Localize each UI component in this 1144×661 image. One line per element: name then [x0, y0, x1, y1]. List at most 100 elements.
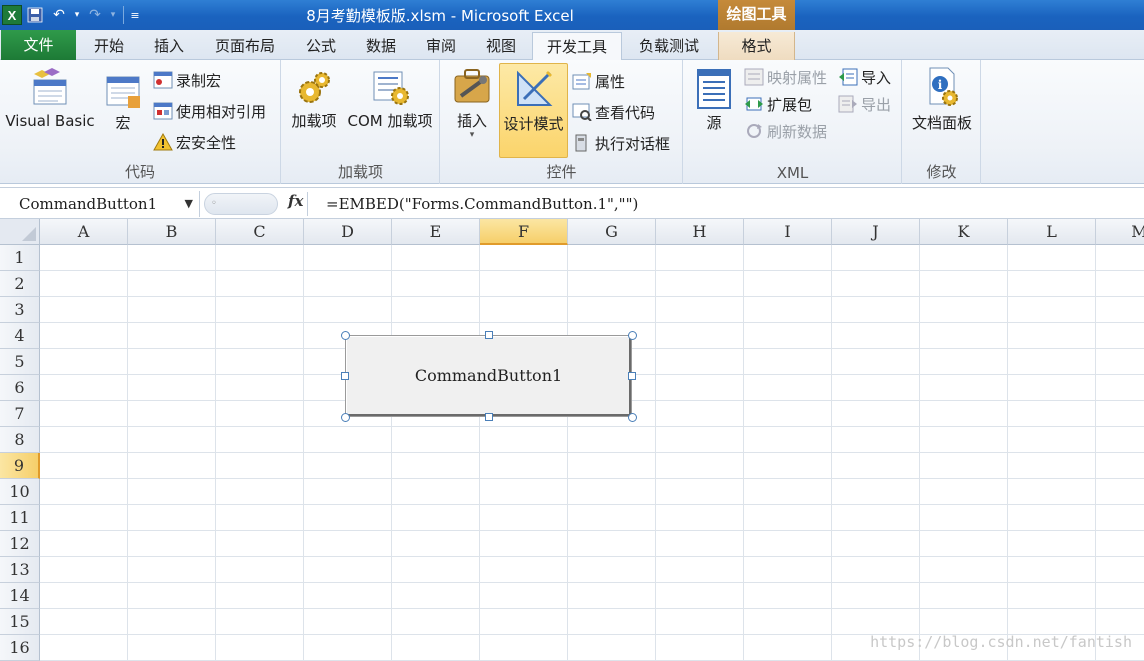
row-header-16[interactable]: 16 — [0, 635, 40, 661]
drawing-tools-context-label: 绘图工具 — [718, 0, 795, 30]
column-header-j[interactable]: J — [832, 219, 920, 245]
tab-formulas[interactable]: 公式 — [292, 32, 350, 60]
xml-export-button[interactable]: 导出 — [838, 92, 891, 116]
record-macro-button[interactable]: 录制宏 — [153, 68, 221, 92]
tab-view[interactable]: 视图 — [472, 32, 530, 60]
column-header-g[interactable]: G — [568, 219, 656, 245]
document-panel-button[interactable]: i 文档面板 — [905, 66, 979, 133]
view-code-button[interactable]: 查看代码 — [572, 100, 655, 124]
row-header-14[interactable]: 14 — [0, 583, 40, 609]
refresh-data-button[interactable]: 刷新数据 — [744, 119, 827, 143]
group-modify: i 文档面板 修改 — [903, 60, 981, 184]
resize-handle-left[interactable] — [341, 372, 349, 380]
tab-load-test[interactable]: 负载测试 — [624, 32, 714, 60]
row-header-2[interactable]: 2 — [0, 271, 40, 297]
import-icon — [839, 68, 858, 86]
column-header-e[interactable]: E — [392, 219, 480, 245]
macros-button[interactable]: 宏 — [100, 74, 146, 133]
tab-file[interactable]: 文件 — [1, 30, 76, 60]
group-code: Visual Basic 宏 录制宏 使用相对引用 宏安全性 代码 — [0, 60, 281, 184]
row-header-11[interactable]: 11 — [0, 505, 40, 531]
com-addins-label: COM 加载项 — [347, 112, 433, 130]
map-properties-button[interactable]: 映射属性 — [744, 65, 827, 89]
row-header-5[interactable]: 5 — [0, 349, 40, 375]
group-controls-label: 控件 — [546, 163, 577, 181]
resize-handle-top-right[interactable] — [628, 331, 637, 340]
row-header-13[interactable]: 13 — [0, 557, 40, 583]
macros-icon — [106, 76, 140, 108]
resize-handle-top[interactable] — [485, 331, 493, 339]
insert-control-button[interactable]: 插入 ▾ — [447, 66, 497, 140]
cell-area[interactable] — [40, 245, 1144, 661]
tab-page-layout[interactable]: 页面布局 — [200, 32, 290, 60]
use-relative-references-button[interactable]: 使用相对引用 — [153, 99, 266, 123]
formula-input[interactable]: =EMBED("Forms.CommandButton.1","") — [326, 191, 638, 217]
resize-handle-right[interactable] — [628, 372, 636, 380]
addins-label: 加载项 — [291, 112, 337, 130]
visual-basic-button[interactable]: Visual Basic — [4, 66, 96, 130]
expansion-packs-button[interactable]: 扩展包 — [744, 92, 812, 116]
column-header-c[interactable]: C — [216, 219, 304, 245]
com-addins-button[interactable]: COM 加载项 — [342, 68, 438, 131]
insert-function-icon[interactable]: fx — [288, 192, 303, 210]
xml-import-button[interactable]: 导入 — [838, 65, 891, 89]
row-header-6[interactable]: 6 — [0, 375, 40, 401]
tab-developer[interactable]: 开发工具 — [532, 32, 622, 61]
name-box-dropdown-icon[interactable]: ▼ — [185, 191, 193, 217]
xml-source-button[interactable]: 源 — [690, 68, 738, 133]
macro-security-label: 宏安全性 — [176, 133, 237, 152]
properties-button[interactable]: 属性 — [572, 69, 625, 93]
resize-handle-top-left[interactable] — [341, 331, 350, 340]
design-mode-button[interactable]: 设计模式 — [499, 63, 568, 158]
svg-text:i: i — [938, 78, 943, 92]
row-header-3[interactable]: 3 — [0, 297, 40, 323]
insert-dropdown-icon: ▾ — [469, 130, 475, 140]
column-header-m[interactable]: M — [1096, 219, 1144, 245]
column-header-h[interactable]: H — [656, 219, 744, 245]
row-header-12[interactable]: 12 — [0, 531, 40, 557]
resize-handle-bottom-left[interactable] — [341, 413, 350, 422]
xml-import-label: 导入 — [861, 68, 892, 87]
addins-button[interactable]: 加载项 — [286, 68, 342, 131]
name-box[interactable]: CommandButton1 ▼ — [4, 191, 200, 217]
tab-insert[interactable]: 插入 — [140, 32, 198, 60]
column-header-b[interactable]: B — [128, 219, 216, 245]
tab-home[interactable]: 开始 — [80, 32, 138, 60]
tab-review[interactable]: 审阅 — [412, 32, 470, 60]
resize-handle-bottom-right[interactable] — [628, 413, 637, 422]
column-header-a[interactable]: A — [40, 219, 128, 245]
design-mode-label: 设计模式 — [503, 115, 564, 133]
row-header-1[interactable]: 1 — [0, 245, 40, 271]
column-header-i[interactable]: I — [744, 219, 832, 245]
row-header-10[interactable]: 10 — [0, 479, 40, 505]
row-header-15[interactable]: 15 — [0, 609, 40, 635]
group-addins: 加载项 COM 加载项 加载项 — [282, 60, 440, 184]
formula-controls: ◦ fx — [204, 192, 308, 216]
row-header-7[interactable]: 7 — [0, 401, 40, 427]
column-header-d[interactable]: D — [304, 219, 392, 245]
macro-security-button[interactable]: 宏安全性 — [153, 130, 236, 154]
map-properties-label: 映射属性 — [767, 68, 828, 87]
group-xml: 源 映射属性 扩展包 刷新数据 导入 导出 XML — [684, 60, 902, 184]
tab-format[interactable]: 格式 — [718, 32, 795, 60]
title-bar: X ↶ ▾ ↷ ▾ ≡ 8月考勤模板版.xlsm - Microsoft Exc… — [0, 0, 1144, 30]
column-header-f[interactable]: F — [480, 219, 568, 245]
xml-source-label: 源 — [706, 114, 722, 132]
select-all-corner[interactable] — [0, 219, 40, 245]
visual-basic-label: Visual Basic — [5, 112, 95, 130]
worksheet-grid[interactable]: ABCDEFGHIJKLM 1 2 3 4 5 6 7 8 9 10 11 12 13 14 15 16 — [0, 219, 1144, 661]
expansion-packs-label: 扩展包 — [767, 95, 813, 114]
formula-bar-resize-handle[interactable]: ◦ — [204, 193, 278, 215]
resize-handle-bottom[interactable] — [485, 413, 493, 421]
row-header-4[interactable]: 4 — [0, 323, 40, 349]
tab-data[interactable]: 数据 — [352, 32, 410, 60]
column-header-k[interactable]: K — [920, 219, 1008, 245]
column-header-l[interactable]: L — [1008, 219, 1096, 245]
tools-icon — [454, 69, 490, 103]
row-header-8[interactable]: 8 — [0, 427, 40, 453]
run-dialog-button[interactable]: 执行对话框 — [572, 131, 670, 155]
command-button-1[interactable]: CommandButton1 — [345, 335, 632, 417]
insert-control-label: 插入 — [456, 112, 487, 130]
row-header-9[interactable]: 9 — [0, 453, 40, 479]
ribbon-tab-row: 文件 开始 插入 页面布局 公式 数据 审阅 视图 开发工具 负载测试 格式 — [0, 30, 1144, 61]
